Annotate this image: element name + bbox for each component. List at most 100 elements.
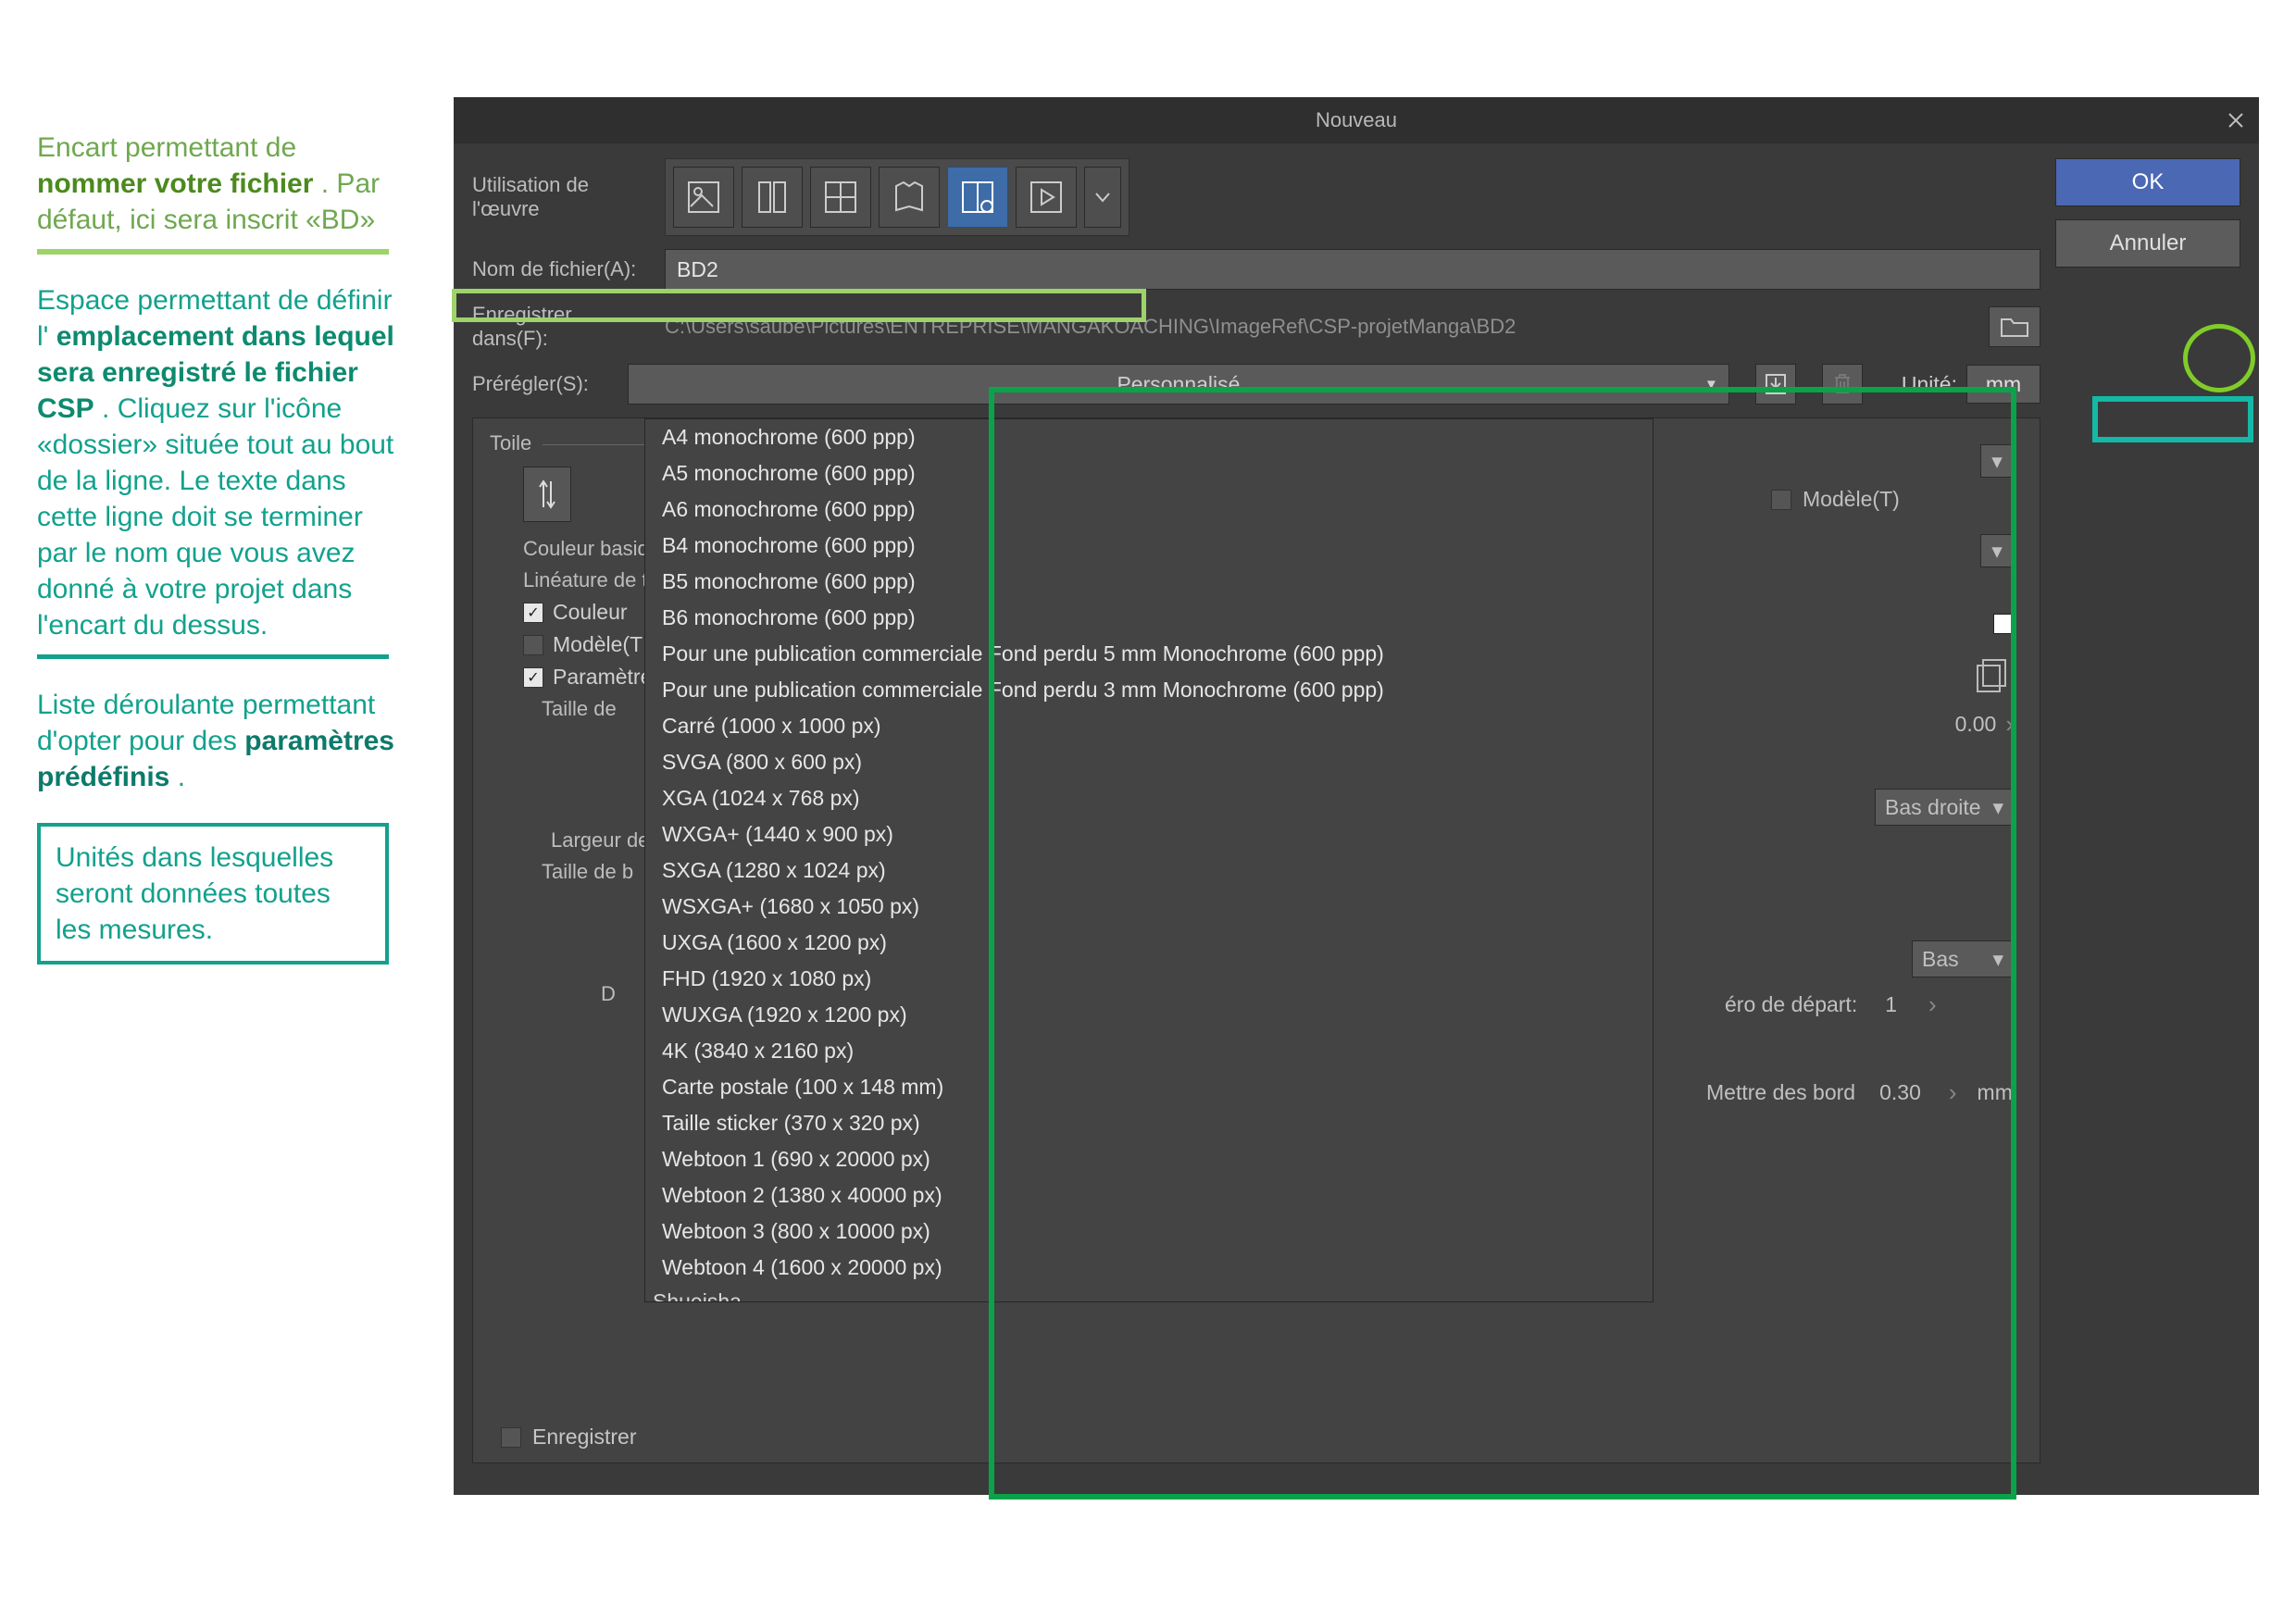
preset-option[interactable]: Carré (1000 x 1000 px) [645,708,1653,744]
params-checkbox[interactable]: ✓ [523,667,543,688]
chevron-right-icon[interactable]: › [1949,1078,1957,1107]
preset-group-divider: Shueisha [645,1286,1653,1302]
filename-label: Nom de fichier(A): [472,257,648,281]
secondary-dropdown[interactable]: ▾ [1980,534,2014,567]
preset-select[interactable]: Personnalisé ▾ [628,364,1729,404]
savein-row: Enregistrer dans(F): C:\Users\saube\Pict… [472,303,2040,351]
preset-option[interactable]: Pour une publication commerciale Fond pe… [645,672,1653,708]
preset-option[interactable]: Webtoon 4 (1600 x 20000 px) [645,1250,1653,1286]
preset-option[interactable]: SXGA (1280 x 1024 px) [645,853,1653,889]
chevron-right-icon[interactable]: › [2005,710,2014,739]
usage-comic-icon[interactable] [810,167,871,228]
preset-option[interactable]: A4 monochrome (600 ppp) [645,419,1653,455]
preset-option[interactable]: Taille sticker (370 x 320 px) [645,1105,1653,1141]
pages-stack-icon [1971,653,2014,697]
unit-value: mm [1986,372,2021,397]
usage-animation-icon[interactable] [1016,167,1077,228]
usage-illustration-icon[interactable] [673,167,734,228]
annot-text: . [178,762,185,792]
border-value: 0.30 [1879,1080,1921,1105]
window-title: Nouveau [1316,108,1397,132]
titlebar: Nouveau [454,97,2259,143]
template-checkbox-right[interactable] [1771,490,1791,510]
delete-preset-button[interactable] [1822,364,1863,404]
annotation-separator [37,249,389,255]
usage-icon-strip [665,158,1129,236]
save-as-row: Enregistrer [501,1425,636,1450]
ok-button[interactable]: OK [2055,158,2240,206]
swap-dimensions-button[interactable] [523,467,571,522]
new-document-dialog: Nouveau Utilisation de l'œuvre [454,97,2259,1495]
cancel-button[interactable]: Annuler [2055,219,2240,268]
preset-option[interactable]: A5 monochrome (600 ppp) [645,455,1653,492]
annotation-presets: Liste déroulante permettant d'opter pour… [37,687,407,795]
filename-row: Nom de fichier(A): [472,249,2040,290]
preset-dropdown-list: A4 monochrome (600 ppp)A5 monochrome (60… [644,418,1653,1302]
start-number-value: 1 [1885,992,1897,1017]
mm-suffix: mm [1978,1080,2013,1105]
annotation-units: Unités dans lesquelles seront données to… [37,823,389,965]
preset-option[interactable]: B5 monochrome (600 ppp) [645,564,1653,600]
preset-row: Prérégler(S): Personnalisé ▾ Unité: mm [472,364,2040,404]
align-select-bas[interactable]: Bas ▾ [1912,940,2014,977]
chevron-down-icon: ▾ [1992,947,2003,972]
preset-option[interactable]: Carte postale (100 x 148 mm) [645,1069,1653,1105]
preset-option[interactable]: Webtoon 3 (800 x 10000 px) [645,1214,1653,1250]
annotation-separator [37,654,389,659]
preset-option[interactable]: XGA (1024 x 768 px) [645,780,1653,816]
savein-path: C:\Users\saube\Pictures\ENTREPRISE\MANGA… [665,315,1963,339]
usage-webtoon-icon[interactable] [742,167,803,228]
chevron-right-icon[interactable]: › [1928,990,1937,1019]
annot-text: . Cliquez sur l'icône «dossier» située t… [37,393,393,641]
align-select-basdroite[interactable]: Bas droite ▾ [1875,789,2014,826]
preset-option[interactable]: 4K (3840 x 2160 px) [645,1033,1653,1069]
chevron-down-icon: ▾ [1992,795,2003,820]
annot-text-bold: nommer votre fichier [37,168,313,199]
filename-input[interactable] [665,249,2040,290]
save-preset-button[interactable] [1755,364,1796,404]
chevron-down-icon: ▾ [1707,375,1716,394]
browse-folder-button[interactable] [1989,306,2040,347]
annotation-savepath: Espace permettant de définir l' emplacem… [37,282,407,643]
panel-right-column: ▾ Modèle(T) ▾ [1697,444,2014,1107]
dialog-right-column: OK Annuler [2055,158,2240,1463]
template-checkbox[interactable] [523,635,543,655]
usage-print-icon[interactable] [879,167,940,228]
usage-more-dropdown[interactable] [1084,167,1121,228]
preset-option[interactable]: UXGA (1600 x 1200 px) [645,925,1653,961]
preset-option[interactable]: Webtoon 1 (690 x 20000 px) [645,1141,1653,1177]
preset-option[interactable]: A6 monochrome (600 ppp) [645,492,1653,528]
canvas-panel: Toile Couleur basique Linéature de tr ✓ … [472,417,2040,1463]
value-000: 0.00 [1955,712,1997,737]
preset-option[interactable]: WUXGA (1920 x 1200 px) [645,997,1653,1033]
savein-label: Enregistrer dans(F): [472,303,648,351]
preset-option[interactable]: B6 monochrome (600 ppp) [645,600,1653,636]
preset-option[interactable]: Pour une publication commerciale Fond pe… [645,636,1653,672]
close-button[interactable] [2213,97,2259,143]
align-value: Bas [1922,947,1959,972]
annotation-filename: Encart permettant de nommer votre fichie… [37,130,407,238]
preset-option[interactable]: WXGA+ (1440 x 900 px) [645,816,1653,853]
preset-option[interactable]: FHD (1920 x 1080 px) [645,961,1653,997]
save-as-checkbox[interactable] [501,1427,521,1448]
annot-text: Unités dans lesquelles seront données to… [56,842,333,945]
align-value: Bas droite [1885,795,1981,820]
color-swatch[interactable] [1993,614,2014,634]
template-label-left: Modèle(T [553,632,643,657]
usage-multipage-icon[interactable] [947,167,1008,228]
border-label: Mettre des bord [1706,1080,1855,1105]
preset-selected-text: Personnalisé [1117,372,1240,397]
preset-option[interactable]: B4 monochrome (600 ppp) [645,528,1653,564]
preset-option[interactable]: WSXGA+ (1680 x 1050 px) [645,889,1653,925]
paper-color-checkbox[interactable]: ✓ [523,603,543,623]
canvas-size-dropdown[interactable]: ▾ [1980,444,2014,478]
preset-label: Prérégler(S): [472,372,611,396]
unit-box: Unité: mm [1902,365,2040,404]
paper-color-label: Couleur [553,600,628,625]
preset-option[interactable]: SVGA (800 x 600 px) [645,744,1653,780]
usage-row: Utilisation de l'œuvre [472,158,2040,236]
preset-option[interactable]: Webtoon 2 (1380 x 40000 px) [645,1177,1653,1214]
unit-select[interactable]: mm [1966,365,2040,404]
dialog-left-column: Utilisation de l'œuvre [472,158,2040,1463]
annot-text: Encart permettant de [37,132,296,163]
